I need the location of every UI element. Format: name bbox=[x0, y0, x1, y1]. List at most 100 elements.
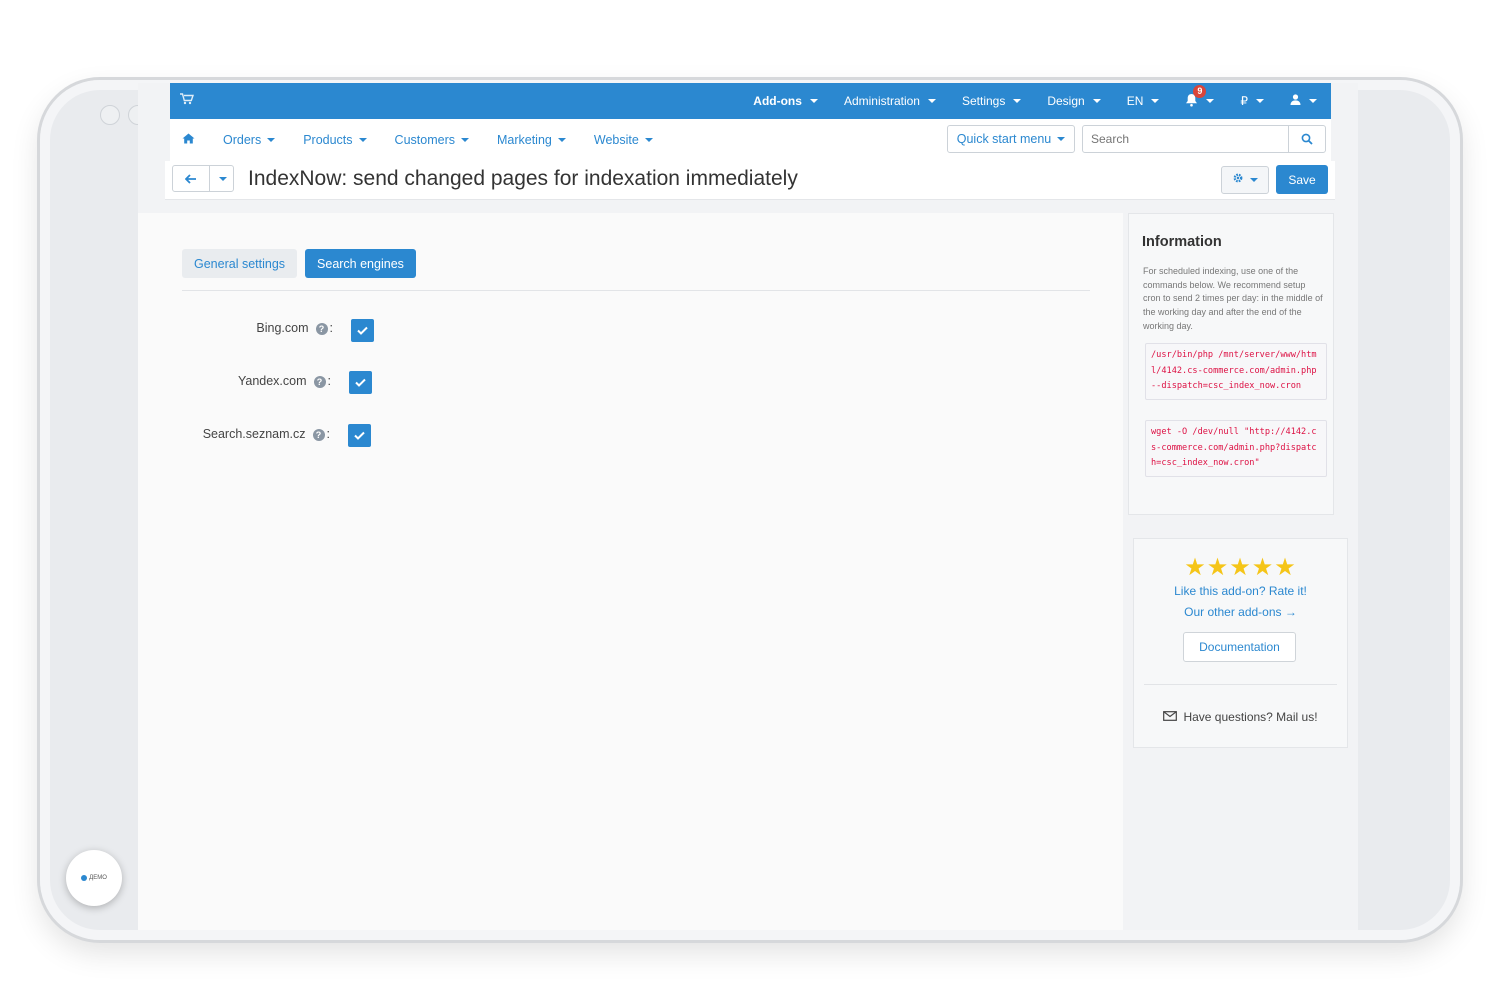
caret-down-icon bbox=[927, 99, 936, 103]
top-nav-settings[interactable]: Settings bbox=[949, 94, 1034, 108]
field-label: Yandex.com bbox=[237, 374, 307, 388]
search-icon[interactable] bbox=[1288, 126, 1325, 152]
help-icon[interactable]: ? bbox=[312, 429, 325, 441]
top-nav-label: Design bbox=[1047, 94, 1085, 108]
caret-down-icon bbox=[1092, 99, 1101, 103]
demo-logo-text: ДЕМО bbox=[89, 875, 107, 881]
nav-item-orders[interactable]: Orders bbox=[223, 133, 276, 147]
caret-down-icon bbox=[1151, 99, 1160, 103]
caret-down-icon bbox=[1057, 137, 1066, 141]
top-nav-language[interactable]: EN bbox=[1114, 94, 1173, 108]
main-content: General settings Search engines Bing.com… bbox=[138, 213, 1123, 930]
yandex-setting-row: Yandex.com?: bbox=[178, 374, 331, 388]
back-arrow-icon[interactable] bbox=[173, 166, 210, 191]
nav-item-products[interactable]: Products bbox=[303, 133, 367, 147]
notifications-button[interactable]: 9 bbox=[1172, 84, 1227, 110]
help-icon[interactable]: ? bbox=[313, 376, 326, 388]
checkmark-icon bbox=[354, 431, 365, 440]
information-text: For scheduled indexing, use one of the c… bbox=[1143, 266, 1323, 331]
seznam-setting-row: Search.seznam.cz?: bbox=[178, 427, 330, 441]
quick-start-menu-button[interactable]: Quick start menu bbox=[947, 125, 1075, 153]
caret-down-icon bbox=[1250, 178, 1258, 182]
caret-down-icon bbox=[460, 138, 469, 142]
tabs: General settings Search engines bbox=[182, 249, 416, 278]
top-bar: Add-ons Administration Settings Design E… bbox=[170, 83, 1331, 119]
caret-down-icon bbox=[219, 176, 227, 181]
label-colon: : bbox=[326, 427, 330, 441]
label-colon: : bbox=[329, 321, 333, 335]
nav-item-label: Website bbox=[593, 133, 639, 147]
nav-item-label: Orders bbox=[223, 133, 262, 147]
checkmark-icon bbox=[355, 378, 366, 387]
search-input[interactable] bbox=[1089, 131, 1283, 147]
documentation-button[interactable]: Documentation bbox=[1183, 632, 1296, 662]
tab-search-engines[interactable]: Search engines bbox=[305, 249, 416, 278]
window-control-dot[interactable] bbox=[100, 105, 120, 125]
demo-logo: ДЕМО bbox=[66, 850, 122, 906]
user-menu-button[interactable] bbox=[1277, 94, 1331, 108]
nav-item-label: Customers bbox=[394, 133, 455, 147]
top-nav-addons[interactable]: Add-ons bbox=[740, 94, 831, 108]
tab-divider bbox=[182, 290, 1090, 291]
save-button[interactable]: Save bbox=[1276, 165, 1328, 194]
nav-item-website[interactable]: Website bbox=[594, 133, 653, 147]
mail-us-label: Have questions? Mail us! bbox=[1183, 710, 1318, 724]
yandex-checkbox[interactable] bbox=[349, 371, 372, 394]
caret-down-icon bbox=[557, 138, 566, 142]
title-bar: IndexNow: send changed pages for indexat… bbox=[165, 161, 1335, 200]
top-nav-administration[interactable]: Administration bbox=[831, 94, 949, 108]
back-button-group bbox=[172, 165, 234, 192]
bell-icon: 9 bbox=[1185, 84, 1207, 110]
caret-down-icon bbox=[809, 99, 818, 103]
currency-selector[interactable]: ₽ bbox=[1227, 94, 1277, 108]
cron-command-wget: wget -O /dev/null "http://4142.cs-commer… bbox=[1145, 420, 1327, 477]
information-panel: Information For scheduled indexing, use … bbox=[1128, 213, 1334, 515]
information-title: Information bbox=[1142, 234, 1222, 250]
help-icon[interactable]: ? bbox=[315, 323, 328, 335]
cart-icon[interactable] bbox=[180, 93, 194, 108]
top-nav-label: EN bbox=[1126, 94, 1144, 108]
top-nav-design[interactable]: Design bbox=[1034, 94, 1113, 108]
currency-label: ₽ bbox=[1240, 94, 1248, 108]
settings-dropdown-button[interactable] bbox=[1221, 166, 1269, 194]
envelope-icon bbox=[1163, 710, 1178, 724]
top-nav: Add-ons Administration Settings Design E… bbox=[740, 83, 1331, 119]
caret-down-icon bbox=[358, 138, 367, 142]
mail-us-link[interactable]: Have questions? Mail us! bbox=[1134, 710, 1347, 724]
rating-stars[interactable]: ★★★★★ bbox=[1134, 553, 1347, 582]
cron-command-php: /usr/bin/php /mnt/server/www/html/4142.c… bbox=[1145, 343, 1327, 400]
gear-icon bbox=[1232, 171, 1244, 189]
tab-general-settings[interactable]: General settings bbox=[182, 249, 298, 278]
checkmark-icon bbox=[357, 326, 368, 335]
app-screen: Add-ons Administration Settings Design E… bbox=[138, 83, 1358, 930]
nav-item-customers[interactable]: Customers bbox=[395, 133, 469, 147]
history-dropdown-button[interactable] bbox=[210, 166, 233, 191]
notification-badge: 9 bbox=[1193, 84, 1207, 98]
caret-down-icon bbox=[1256, 99, 1264, 103]
quick-start-label: Quick start menu bbox=[956, 132, 1052, 146]
logo-dot-icon bbox=[81, 875, 88, 881]
search-box bbox=[1082, 125, 1326, 153]
caret-down-icon bbox=[267, 138, 276, 142]
panel-divider bbox=[1144, 684, 1337, 685]
main-nav: Orders Products Customers Marketing Webs… bbox=[170, 119, 1331, 162]
nav-item-label: Products bbox=[303, 133, 353, 147]
caret-down-icon bbox=[1013, 99, 1022, 103]
page-title: IndexNow: send changed pages for indexat… bbox=[248, 167, 798, 190]
caret-down-icon bbox=[1309, 99, 1317, 103]
top-nav-label: Settings bbox=[961, 94, 1006, 108]
nav-item-marketing[interactable]: Marketing bbox=[497, 133, 566, 147]
seznam-checkbox[interactable] bbox=[348, 424, 371, 447]
caret-down-icon bbox=[1206, 99, 1215, 103]
other-addons-link[interactable]: Our other add-ons → bbox=[1134, 605, 1347, 619]
label-colon: : bbox=[327, 374, 331, 388]
caret-down-icon bbox=[644, 138, 653, 142]
bing-checkbox[interactable] bbox=[351, 319, 374, 342]
user-icon bbox=[1290, 94, 1301, 108]
bing-setting-row: Bing.com?: bbox=[178, 321, 333, 335]
top-nav-label: Add-ons bbox=[753, 94, 802, 108]
rate-addon-link[interactable]: Like this add-on? Rate it! bbox=[1134, 584, 1347, 598]
home-icon[interactable] bbox=[182, 132, 195, 147]
main-nav-menu: Orders Products Customers Marketing Webs… bbox=[223, 119, 653, 161]
field-label: Search.seznam.cz bbox=[202, 427, 306, 441]
